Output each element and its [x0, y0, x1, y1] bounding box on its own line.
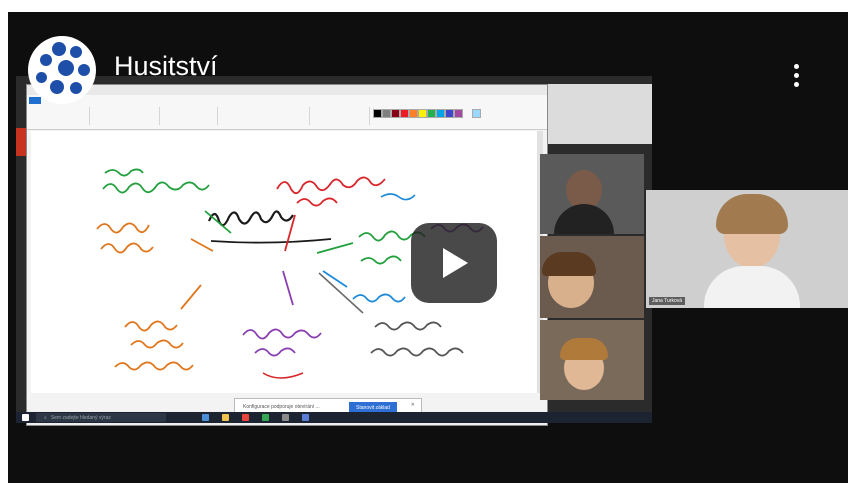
- windows-taskbar: ⌕ Sem zadejte hledaný výraz: [16, 412, 652, 423]
- size-group: [309, 107, 370, 125]
- taskbar-search[interactable]: ⌕ Sem zadejte hledaný výraz: [36, 413, 166, 422]
- paint-icon[interactable]: [302, 414, 309, 421]
- color-swatch: [454, 109, 463, 118]
- color-swatch: [445, 109, 454, 118]
- play-icon[interactable]: [411, 223, 497, 303]
- participant-main-tile: Jana Turková: [646, 190, 848, 308]
- participant-hair: [716, 194, 788, 234]
- participant-hair: [560, 338, 608, 360]
- color-swatch: [436, 109, 445, 118]
- taskbar-search-placeholder: Sem zadejte hledaný výraz: [50, 414, 111, 421]
- color-swatch: [400, 109, 409, 118]
- browser-icon[interactable]: [242, 414, 249, 421]
- participant-body: [554, 204, 614, 234]
- color-swatch: [427, 109, 436, 118]
- app-icon[interactable]: [282, 414, 289, 421]
- color-swatch: [373, 109, 382, 118]
- red-app-corner: [16, 128, 26, 156]
- notification-text: Konfigurace podporuje otevírání ...: [243, 404, 320, 410]
- video-title-bar: Husitství: [28, 36, 218, 104]
- image-group: [89, 107, 160, 125]
- color-swatch: [418, 109, 427, 118]
- color-swatch: [382, 109, 391, 118]
- color-swatch: [391, 109, 400, 118]
- taskview-icon[interactable]: [202, 414, 209, 421]
- background-browser: [546, 84, 652, 144]
- close-icon[interactable]: ✕: [411, 402, 415, 408]
- tools-group: [159, 107, 218, 125]
- participant-body: [704, 266, 800, 308]
- more-vert-icon[interactable]: [790, 64, 802, 94]
- file-explorer-icon[interactable]: [222, 414, 229, 421]
- shapes-group: [217, 107, 310, 125]
- color-swatch: [409, 109, 418, 118]
- video-player[interactable]: Konfigurace podporuje otevírání ... Stan…: [8, 12, 848, 483]
- search-icon: ⌕: [44, 414, 47, 421]
- chrome-icon[interactable]: [262, 414, 269, 421]
- participant-hair: [542, 252, 596, 276]
- top-strip: [0, 0, 848, 12]
- windows-start-icon[interactable]: [22, 414, 29, 421]
- channel-logo-icon[interactable]: [28, 36, 96, 104]
- participant-tile: [540, 236, 644, 318]
- participant-tile: [540, 320, 644, 400]
- video-title[interactable]: Husitství: [114, 51, 218, 82]
- clipboard-group: [31, 107, 90, 125]
- participant-name: Jana Turková: [649, 297, 686, 305]
- participant-tile: [540, 154, 644, 234]
- color-swatch: [472, 109, 481, 118]
